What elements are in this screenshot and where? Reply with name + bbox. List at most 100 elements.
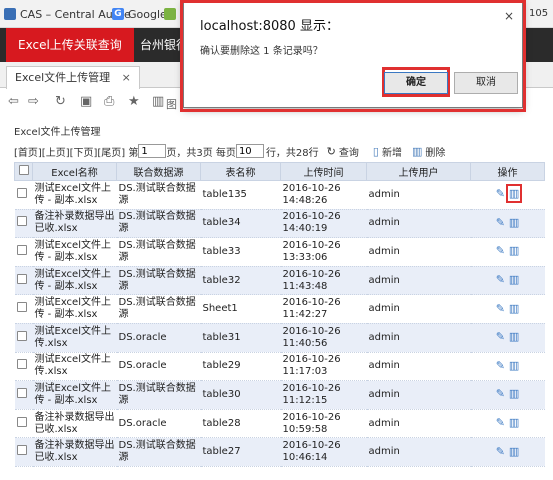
header-excel-name[interactable]: Excel名称 <box>32 162 117 181</box>
header-actions: 操作 <box>470 162 545 181</box>
upload-time-cell: 2016-10-26 11:42:27 <box>280 294 367 324</box>
delete-trash-icon[interactable]: ▥ <box>509 387 519 400</box>
checkbox[interactable] <box>16 216 27 227</box>
excel-name-cell: 备注补录数据导出已收.xlsx <box>32 409 117 439</box>
table-name-cell: table32 <box>200 266 281 296</box>
edit-pencil-icon[interactable]: ✎ <box>496 416 505 429</box>
table-row: 测试Excel文件上传 - 副本.xlsx DS.测试联合数据源 table33 20… <box>14 237 545 267</box>
pager-nav-links[interactable]: [首页][上页][下页][尾页] 第 <box>14 144 138 159</box>
tab-label: Excel文件上传管理 <box>15 71 111 84</box>
upload-user-cell: admin <box>366 180 471 210</box>
add-button[interactable]: ▯ 新增 <box>373 144 402 159</box>
trash-icon: ▥ <box>411 144 423 158</box>
checkbox[interactable] <box>16 359 27 370</box>
actions-cell: ✎ ▥ <box>470 409 545 439</box>
header-table-name[interactable]: 表名称 <box>200 162 281 181</box>
forward-icon[interactable]: ⇨ <box>28 94 39 109</box>
dialog-message: 确认要删除这 1 条记录吗？ <box>200 46 323 57</box>
edit-pencil-icon[interactable]: ✎ <box>496 244 505 257</box>
bookmark-overflow: 105 <box>529 8 549 19</box>
table-name-cell: table135 <box>200 180 281 210</box>
header-datasource[interactable]: 联合数据源 <box>116 162 201 181</box>
back-icon[interactable]: ⇦ <box>8 94 19 109</box>
header-upload-user[interactable]: 上传用户 <box>366 162 471 181</box>
upload-user-cell: admin <box>366 266 471 296</box>
checkbox[interactable] <box>16 187 27 198</box>
edit-pencil-icon[interactable]: ✎ <box>496 216 505 229</box>
delete-trash-icon[interactable]: ▥ <box>509 244 519 257</box>
edit-pencil-icon[interactable]: ✎ <box>496 302 505 315</box>
edit-pencil-icon[interactable]: ✎ <box>496 330 505 343</box>
chart-icon[interactable]: ▥ <box>152 94 164 109</box>
refresh-icon[interactable]: ↻ <box>55 94 66 109</box>
edit-pencil-icon[interactable]: ✎ <box>496 187 505 200</box>
upload-user-cell: admin <box>366 380 471 410</box>
delete-trash-icon[interactable]: ▥ <box>509 416 519 429</box>
excel-name-cell: 备注补录数据导出已收.xlsx <box>32 437 117 467</box>
edit-pencil-icon[interactable]: ✎ <box>496 273 505 286</box>
checkbox[interactable] <box>16 273 27 284</box>
checkbox[interactable] <box>16 416 27 427</box>
delete-trash-icon[interactable]: ▥ <box>509 445 519 458</box>
checkbox[interactable] <box>16 445 27 456</box>
datasource-cell: DS.测试联合数据源 <box>116 380 201 410</box>
nav-excel-upload-query[interactable]: Excel上传关联查询 <box>6 28 134 62</box>
table-row: 备注补录数据导出已收.xlsx DS.测试联合数据源 table34 2016-10-… <box>14 209 545 239</box>
bookmark-folder[interactable] <box>164 6 180 22</box>
upload-user-cell: admin <box>366 352 471 382</box>
row-select-cell <box>14 323 33 353</box>
datasource-cell: DS.测试联合数据源 <box>116 266 201 296</box>
delete-trash-icon[interactable]: ▥ <box>505 184 523 204</box>
query-button[interactable]: ↻ 查询 <box>327 144 359 159</box>
row-select-cell <box>14 294 33 324</box>
header-upload-time[interactable]: 上传时间 <box>280 162 367 181</box>
datasource-cell: DS.测试联合数据源 <box>116 437 201 467</box>
cancel-button[interactable]: 取消 <box>454 72 518 94</box>
upload-time-cell: 2016-10-26 11:40:56 <box>280 323 367 353</box>
ok-button[interactable]: 确定 <box>384 72 448 94</box>
new-document-icon: ▯ <box>372 144 379 158</box>
delete-trash-icon[interactable]: ▥ <box>509 216 519 229</box>
datasource-cell: DS.oracle <box>116 323 201 353</box>
delete-trash-icon[interactable]: ▥ <box>509 330 519 343</box>
table-name-cell: Sheet1 <box>200 294 281 324</box>
delete-button[interactable]: ▥ 删除 <box>412 144 445 159</box>
upload-time-cell: 2016-10-26 10:59:58 <box>280 409 367 439</box>
header-select-all[interactable] <box>14 162 33 181</box>
delete-trash-icon[interactable]: ▥ <box>509 359 519 372</box>
close-icon[interactable]: × <box>504 9 514 23</box>
upload-time-cell: 2016-10-26 11:17:03 <box>280 352 367 382</box>
actions-cell: ✎ ▥ <box>470 323 545 353</box>
star-icon[interactable]: ★ <box>128 94 140 109</box>
checkbox[interactable] <box>16 387 27 398</box>
delete-label: 删除 <box>425 147 446 159</box>
delete-trash-icon[interactable]: ▥ <box>509 273 519 286</box>
datasource-cell: DS.测试联合数据源 <box>116 209 201 239</box>
pager-page-suffix: 页，共3页 每页 <box>166 147 236 159</box>
checkbox[interactable] <box>16 302 27 313</box>
checkbox[interactable] <box>16 244 27 255</box>
excel-name-cell: 测试Excel文件上传 - 副本.xlsx <box>32 294 117 324</box>
tab-excel-upload-management[interactable]: Excel文件上传管理 × <box>6 66 140 89</box>
refresh-query-icon: ↻ <box>326 144 336 158</box>
table-row: 备注补录数据导出已收.xlsx DS.测试联合数据源 table27 2016-10-… <box>14 437 545 467</box>
edit-pencil-icon[interactable]: ✎ <box>496 359 505 372</box>
close-icon[interactable]: × <box>122 71 131 84</box>
edit-pencil-icon[interactable]: ✎ <box>496 387 505 400</box>
row-select-cell <box>14 352 33 382</box>
print-icon[interactable]: ⎙ <box>104 94 114 109</box>
bookmark-google[interactable]: G Google <box>112 6 167 22</box>
save-icon[interactable]: ▣ <box>80 94 92 109</box>
actions-cell: ✎ ▥ <box>470 294 545 324</box>
page-number-input[interactable] <box>138 144 167 158</box>
edit-pencil-icon[interactable]: ✎ <box>496 445 505 458</box>
confirm-dialog: localhost:8080 显示： × 确认要删除这 1 条记录吗？ 确定 取… <box>183 0 523 108</box>
delete-trash-icon[interactable]: ▥ <box>509 302 519 315</box>
upload-user-cell: admin <box>366 323 471 353</box>
table-row: 测试Excel文件上传 - 副本.xlsx DS.测试联合数据源 table32 20… <box>14 266 545 296</box>
per-page-input[interactable] <box>235 144 264 158</box>
actions-cell: ✎ ▥ <box>470 209 545 239</box>
checkbox[interactable] <box>18 165 29 175</box>
checkbox[interactable] <box>16 330 27 341</box>
google-icon: G <box>112 8 124 20</box>
